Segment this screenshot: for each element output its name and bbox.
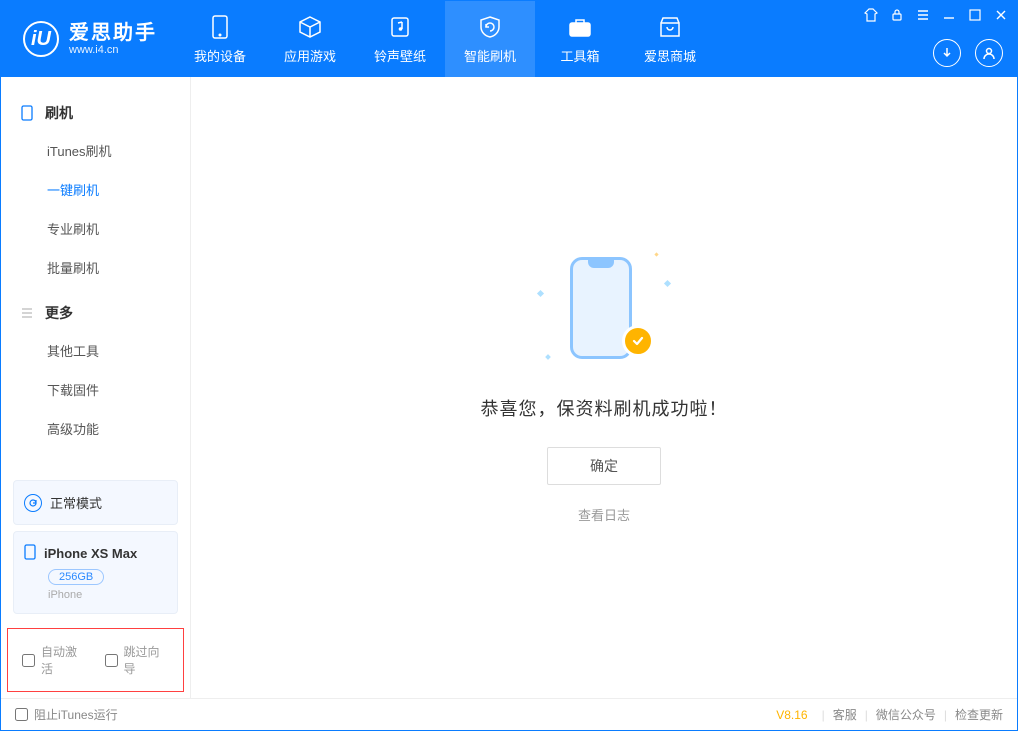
store-icon	[657, 14, 683, 40]
checkmark-badge-icon	[622, 325, 654, 357]
mode-label: 正常模式	[50, 493, 102, 512]
nav-tab-ringtone[interactable]: 铃声壁纸	[355, 1, 445, 77]
refresh-shield-icon	[477, 14, 503, 40]
cube-icon	[297, 14, 323, 40]
sidebar-item-itunes-flash[interactable]: iTunes刷机	[1, 131, 190, 170]
list-small-icon	[19, 305, 35, 321]
flash-options-highlighted: 自动激活 跳过向导	[7, 628, 184, 692]
body: 刷机 iTunes刷机 一键刷机 专业刷机 批量刷机 更多 其他工具 下载固件 …	[1, 77, 1017, 698]
view-log-link[interactable]: 查看日志	[578, 505, 630, 524]
device-mode-card[interactable]: 正常模式	[13, 480, 178, 525]
sparkle-icon	[664, 280, 671, 287]
footer: 阻止iTunes运行 V8.16 | 客服 | 微信公众号 | 检查更新	[1, 698, 1017, 730]
sidebar-item-batch-flash[interactable]: 批量刷机	[1, 248, 190, 287]
ok-button[interactable]: 确定	[547, 447, 661, 485]
nav-tab-apps[interactable]: 应用游戏	[265, 1, 355, 77]
checkbox-skip-guide[interactable]: 跳过向导	[105, 643, 170, 677]
lock-icon[interactable]	[889, 7, 905, 23]
checkbox-input[interactable]	[105, 654, 118, 667]
logo-section: iU 爱思助手 www.i4.cn	[1, 1, 175, 77]
nav-tab-flash[interactable]: 智能刷机	[445, 1, 535, 77]
maximize-icon[interactable]	[967, 7, 983, 23]
nav-tabs: 我的设备 应用游戏 铃声壁纸 智能刷机 工具箱 爱思商城	[175, 1, 715, 77]
footer-link-wechat[interactable]: 微信公众号	[876, 706, 936, 723]
nav-label: 爱思商城	[644, 46, 696, 65]
nav-label: 智能刷机	[464, 46, 516, 65]
nav-label: 铃声壁纸	[374, 46, 426, 65]
nav-label: 应用游戏	[284, 46, 336, 65]
sidebar-item-pro-flash[interactable]: 专业刷机	[1, 209, 190, 248]
window-controls	[863, 7, 1009, 23]
minimize-icon[interactable]	[941, 7, 957, 23]
logo-icon: iU	[23, 21, 59, 57]
sidebar-item-advanced[interactable]: 高级功能	[1, 409, 190, 448]
device-type: iPhone	[48, 589, 167, 601]
separator: |	[944, 708, 947, 722]
checkbox-label: 跳过向导	[124, 643, 170, 677]
sidebar: 刷机 iTunes刷机 一键刷机 专业刷机 批量刷机 更多 其他工具 下载固件 …	[1, 77, 191, 698]
checkbox-auto-activate[interactable]: 自动激活	[22, 643, 87, 677]
main-content: 恭喜您，保资料刷机成功啦！ 确定 查看日志	[191, 77, 1017, 698]
sidebar-group-flash: 刷机 iTunes刷机 一键刷机 专业刷机 批量刷机	[1, 95, 190, 287]
app-subtitle: www.i4.cn	[69, 44, 157, 56]
header: iU 爱思助手 www.i4.cn 我的设备 应用游戏 铃声壁纸 智能刷机	[1, 1, 1017, 77]
separator: |	[865, 708, 868, 722]
footer-right: V8.16 | 客服 | 微信公众号 | 检查更新	[776, 706, 1003, 723]
shirt-icon[interactable]	[863, 7, 879, 23]
sidebar-group-title: 更多	[1, 295, 190, 331]
header-right-buttons	[933, 39, 1003, 67]
menu-icon[interactable]	[915, 7, 931, 23]
sidebar-scroll: 刷机 iTunes刷机 一键刷机 专业刷机 批量刷机 更多 其他工具 下载固件 …	[1, 77, 190, 474]
footer-link-support[interactable]: 客服	[833, 706, 857, 723]
close-icon[interactable]	[993, 7, 1009, 23]
checkbox-block-itunes[interactable]: 阻止iTunes运行	[15, 706, 118, 723]
sidebar-group-more: 更多 其他工具 下载固件 高级功能	[1, 295, 190, 448]
app-window: iU 爱思助手 www.i4.cn 我的设备 应用游戏 铃声壁纸 智能刷机	[0, 0, 1018, 731]
group-title-text: 更多	[45, 303, 73, 323]
sparkle-icon	[654, 252, 658, 256]
sidebar-group-title: 刷机	[1, 95, 190, 131]
success-message: 恭喜您，保资料刷机成功啦！	[481, 395, 728, 421]
sidebar-item-oneclick-flash[interactable]: 一键刷机	[1, 170, 190, 209]
nav-label: 工具箱	[560, 46, 599, 65]
sync-icon	[24, 494, 42, 512]
checkbox-label: 自动激活	[41, 643, 87, 677]
nav-tab-toolbox[interactable]: 工具箱	[535, 1, 625, 77]
nav-tab-device[interactable]: 我的设备	[175, 1, 265, 77]
device-capacity: 256GB	[48, 569, 104, 585]
phone-icon	[211, 14, 229, 40]
sparkle-icon	[537, 290, 544, 297]
user-button[interactable]	[975, 39, 1003, 67]
device-small-icon	[19, 105, 35, 121]
checkbox-label: 阻止iTunes运行	[34, 706, 118, 723]
sidebar-item-download-firmware[interactable]: 下载固件	[1, 370, 190, 409]
checkbox-input[interactable]	[15, 708, 28, 721]
group-title-text: 刷机	[45, 103, 73, 123]
checkbox-input[interactable]	[22, 654, 35, 667]
version-label: V8.16	[776, 708, 807, 722]
toolbox-icon	[567, 14, 593, 40]
logo-text: 爱思助手 www.i4.cn	[69, 22, 157, 56]
device-info-card[interactable]: iPhone XS Max 256GB iPhone	[13, 531, 178, 614]
download-button[interactable]	[933, 39, 961, 67]
app-title: 爱思助手	[69, 22, 157, 44]
sparkle-icon	[545, 354, 551, 360]
nav-label: 我的设备	[194, 46, 246, 65]
separator: |	[822, 708, 825, 722]
device-name: iPhone XS Max	[44, 546, 137, 561]
nav-tab-store[interactable]: 爱思商城	[625, 1, 715, 77]
music-icon	[388, 14, 412, 40]
success-illustration	[544, 251, 664, 371]
phone-small-icon	[24, 544, 36, 563]
sidebar-item-other-tools[interactable]: 其他工具	[1, 331, 190, 370]
footer-link-update[interactable]: 检查更新	[955, 706, 1003, 723]
